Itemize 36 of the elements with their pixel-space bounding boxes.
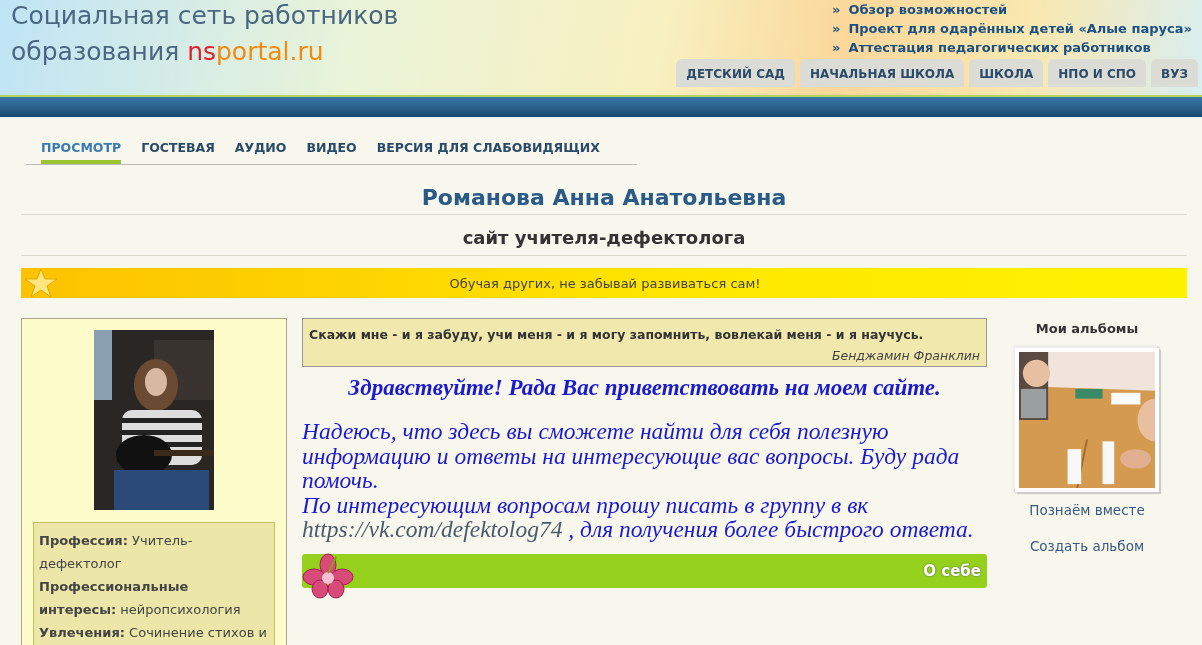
site-subtitle: сайт учителя-дефектолога [21,215,1187,256]
site-title: Социальная сеть работников [11,0,399,32]
motto-text: Обучая других, не забывай развиваться сам! [448,275,762,291]
logo-link[interactable]: nsportal.ru [187,37,324,66]
bullet-glyph: » [832,39,841,57]
owner-name: Романова Анна Анатольевна [21,185,1187,215]
section-title: О себе [923,561,981,580]
level-tab[interactable]: ШКОЛА [969,59,1044,87]
intro-text: Надеюсь, что здесь вы сможете найти для себя полезную информацию и ответы на интересующие вас вопросы. Буду рада помочь. [302,419,961,493]
header-link[interactable]: Аттестация педагогических работников [848,38,1151,57]
nav-tab[interactable]: ВЕРСИЯ ДЛЯ СЛАБОВИДЯЩИХ [376,132,600,164]
profile-fact: Профессия: Учитель-дефектолог [39,532,194,573]
site-title: образования [11,37,181,66]
star-icon [23,268,59,298]
profile-fact: Увлечения: Сочинение стихов и [39,624,268,642]
nav-tab[interactable]: ГОСТЕВАЯ [141,132,215,164]
header-link[interactable]: Проект для одарённых детей «Алые паруса» [848,19,1192,38]
bullet-glyph: » [832,1,841,19]
level-tab[interactable]: НАЧАЛЬНАЯ ШКОЛА [799,59,965,87]
create-album-link[interactable]: Создать альбом [1029,538,1145,554]
level-tab[interactable]: НПО И СПО [1048,59,1147,87]
profile-fact: Профессиональные интересы: нейропсихология [39,578,242,619]
nav-tab[interactable]: ВИДЕО [306,132,357,164]
bullet-glyph: » [832,20,841,38]
nav-tab[interactable]: ПРОСМОТР [41,132,122,164]
level-tab[interactable]: ДЕТСКИЙ САД [676,59,795,87]
contact-text: По интересующим вопросам прошу писать в группу в вк https://vk.com/defektolog74 , для получения более быстрого ответа. [302,492,975,542]
quote-text: Скажи мне - и я забуду, учи меня - и я могу запомнить, вовлекай меня - и я научусь. [309,327,925,342]
nav-tab[interactable]: АУДИО [234,132,287,164]
header-link[interactable]: Обзор возможностей [848,0,1008,19]
greeting-text: Здравствуйте! Рада Вас приветствовать на моем сайте. [347,375,942,401]
albums-title: Мои альбомы [1035,321,1139,336]
quote-author: Бенджамин Франклин [830,348,980,363]
level-tab[interactable]: ВУЗ [1151,59,1198,87]
album-link[interactable]: Познаём вместе [1029,502,1145,518]
flower-icon [302,552,354,599]
